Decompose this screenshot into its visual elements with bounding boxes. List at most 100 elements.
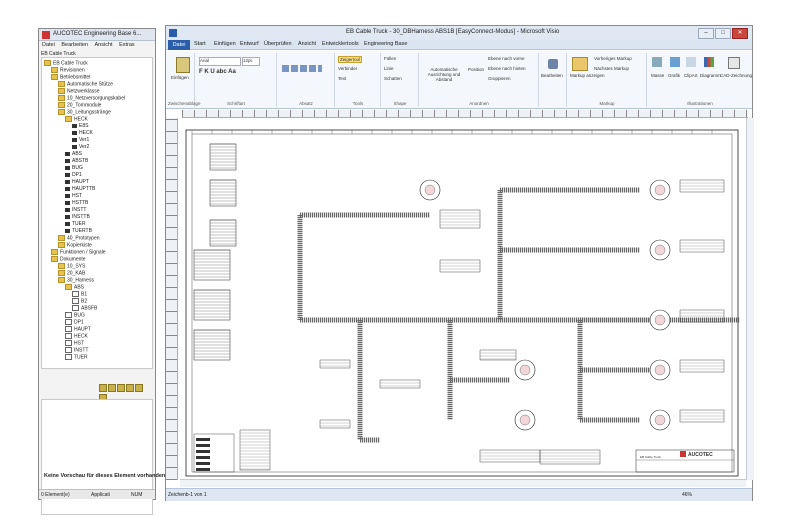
tree-item[interactable]: B2 (72, 298, 87, 305)
clipart-button[interactable]: ClipArt (684, 73, 698, 78)
tree-item[interactable]: DP1 (65, 172, 82, 179)
harness-drawing[interactable]: AUCOTEC EB Cable Truck (180, 120, 746, 478)
tree-item[interactable]: ABS (65, 151, 82, 158)
previous-markup-button[interactable]: Vorheriges Markup (594, 56, 632, 61)
paste-button[interactable]: Einfügen (171, 75, 189, 80)
tree-item[interactable]: HAUPT (65, 326, 91, 333)
tree-item[interactable]: Dokumente (51, 256, 86, 263)
vertical-scrollbar[interactable] (746, 118, 754, 480)
tab-ansicht[interactable]: Ansicht (298, 41, 316, 47)
toolbar-icon-3[interactable] (117, 384, 125, 392)
page-indicator[interactable]: Zeichenb-1 von 1 (168, 492, 207, 498)
tree-item[interactable]: EB Cable Truck (44, 60, 88, 67)
menu-ansicht[interactable]: Ansicht (95, 42, 113, 48)
tree-item[interactable]: Betriebsmittel (51, 74, 90, 81)
tree-item[interactable]: TUERTB (65, 228, 92, 235)
tree-item[interactable]: Ver1 (72, 137, 89, 144)
tree-item[interactable]: Kopierkiste (58, 242, 92, 249)
close-icon[interactable]: ✕ (732, 28, 748, 39)
tree-item[interactable]: B1 (72, 291, 87, 298)
connector-tool-button[interactable]: Verbinder (338, 66, 357, 71)
tab-entwicklertools[interactable]: Entwicklertools (322, 41, 359, 47)
show-markup-button[interactable]: Markup anzeigen (570, 73, 605, 78)
tree-item[interactable]: INSTT (65, 347, 88, 354)
horizontal-scrollbar[interactable] (180, 479, 746, 487)
fill-button[interactable]: Füllen (384, 56, 396, 61)
tab-start[interactable]: Start (194, 41, 206, 47)
tree-item[interactable]: HECK (65, 116, 88, 123)
tree-item[interactable]: 30_Harness (58, 277, 94, 284)
cad-icon[interactable] (728, 57, 740, 69)
tab-engineering-base[interactable]: Engineering Base (364, 41, 407, 47)
tree-item[interactable]: 20_Tornmodule (58, 102, 101, 109)
toolbar-icon-4[interactable] (126, 384, 134, 392)
dimension-icon[interactable] (652, 57, 662, 67)
tree-item[interactable]: Netzwerklasse (58, 88, 100, 95)
tree-item[interactable]: INSTT (65, 207, 86, 214)
tree-item[interactable]: INSTTB (65, 214, 90, 221)
picture-icon[interactable] (670, 57, 680, 67)
markup-icon[interactable] (572, 57, 588, 71)
line-button[interactable]: Linie (384, 66, 394, 71)
toolbar-icon-1[interactable] (99, 384, 107, 392)
toolbar-icon-5[interactable] (135, 384, 143, 392)
paste-icon[interactable] (176, 57, 190, 73)
send-backward-button[interactable]: Ebene nach hinten (488, 66, 526, 71)
align-center-icon[interactable] (282, 65, 322, 72)
tab-ueberpruefen[interactable]: Überprüfen (264, 41, 292, 47)
tree-item[interactable]: E8S (72, 123, 88, 130)
picture-button[interactable]: Grafik (668, 73, 680, 78)
cad-button[interactable]: CAD-Zeichnung (720, 73, 752, 78)
minimize-icon[interactable]: – (698, 28, 714, 39)
text-tool-button[interactable]: Text (338, 76, 346, 81)
bold-italic-underline[interactable]: F K U abc Aa (199, 69, 236, 75)
tree-item[interactable]: BUG (65, 165, 83, 172)
tree-item[interactable]: HECK (72, 130, 93, 137)
edit-button[interactable]: Bearbeiten (541, 73, 563, 78)
font-name-select[interactable]: Arial (199, 57, 241, 66)
tree-item[interactable]: Automatische Stütze (58, 81, 113, 88)
tree-item[interactable]: TUER (65, 354, 88, 361)
maximize-icon[interactable]: □ (715, 28, 731, 39)
tab-datei[interactable]: Datei (168, 40, 190, 50)
group-button[interactable]: Gruppieren (488, 76, 511, 81)
tree-item[interactable]: ABSFB (72, 305, 97, 312)
menu-extras[interactable]: Extras (119, 42, 135, 48)
toolbar-icon-2[interactable] (108, 384, 116, 392)
tree-item[interactable]: 10_Netzversorgungskabel (58, 95, 125, 102)
drawing-canvas[interactable]: AUCOTEC EB Cable Truck (180, 120, 746, 478)
font-size-select[interactable]: 12pt. (242, 57, 260, 66)
next-markup-button[interactable]: Nächstes Markup (594, 66, 629, 71)
shadow-button[interactable]: Schatten (384, 76, 402, 81)
pointer-tool-button[interactable]: Zeigertool (338, 56, 363, 63)
tree-item[interactable]: TUER (65, 221, 86, 228)
menu-bearbeiten[interactable]: Bearbeiten (61, 42, 88, 48)
tree-item[interactable]: HSTTB (65, 200, 88, 207)
auto-align-button[interactable]: Automatische Ausrichtung und Abstand (422, 67, 466, 82)
binoculars-icon[interactable] (548, 59, 558, 69)
tree-item[interactable]: 20_KAB (58, 270, 85, 277)
tab-entwurf[interactable]: Entwurf (240, 41, 259, 47)
chart-icon[interactable] (704, 57, 714, 67)
tree-item[interactable]: BUG (65, 312, 85, 319)
menu-datei[interactable]: Datei (42, 42, 55, 48)
explorer-tree[interactable]: EB Cable Truck Revisionen Betriebsmittel Au… (41, 57, 153, 369)
tree-item[interactable]: Revisionen (51, 67, 85, 74)
tree-item[interactable]: Funktionen / Signale (51, 249, 106, 256)
bring-forward-button[interactable]: Ebene nach vorne (488, 56, 525, 61)
tree-item[interactable]: HAUPT (65, 179, 89, 186)
tree-item[interactable]: ABSTB (65, 158, 88, 165)
tree-item[interactable]: Ver2 (72, 144, 89, 151)
tab-einfuegen[interactable]: Einfügen (214, 41, 236, 47)
position-button[interactable]: Position (468, 67, 484, 72)
chart-button[interactable]: Diagramm (700, 73, 721, 78)
tree-item[interactable]: ABS (65, 284, 84, 291)
tree-item[interactable]: DP1 (65, 319, 84, 326)
tree-item[interactable]: HECK (65, 333, 88, 340)
tree-item[interactable]: HST (65, 340, 84, 347)
zoom-level[interactable]: 46% (682, 492, 692, 498)
tree-item[interactable]: 10_SYS (58, 263, 85, 270)
clipart-icon[interactable] (686, 57, 696, 67)
dimension-button[interactable]: Masse (651, 73, 664, 78)
tree-item[interactable]: 40_Prototypen (58, 235, 100, 242)
